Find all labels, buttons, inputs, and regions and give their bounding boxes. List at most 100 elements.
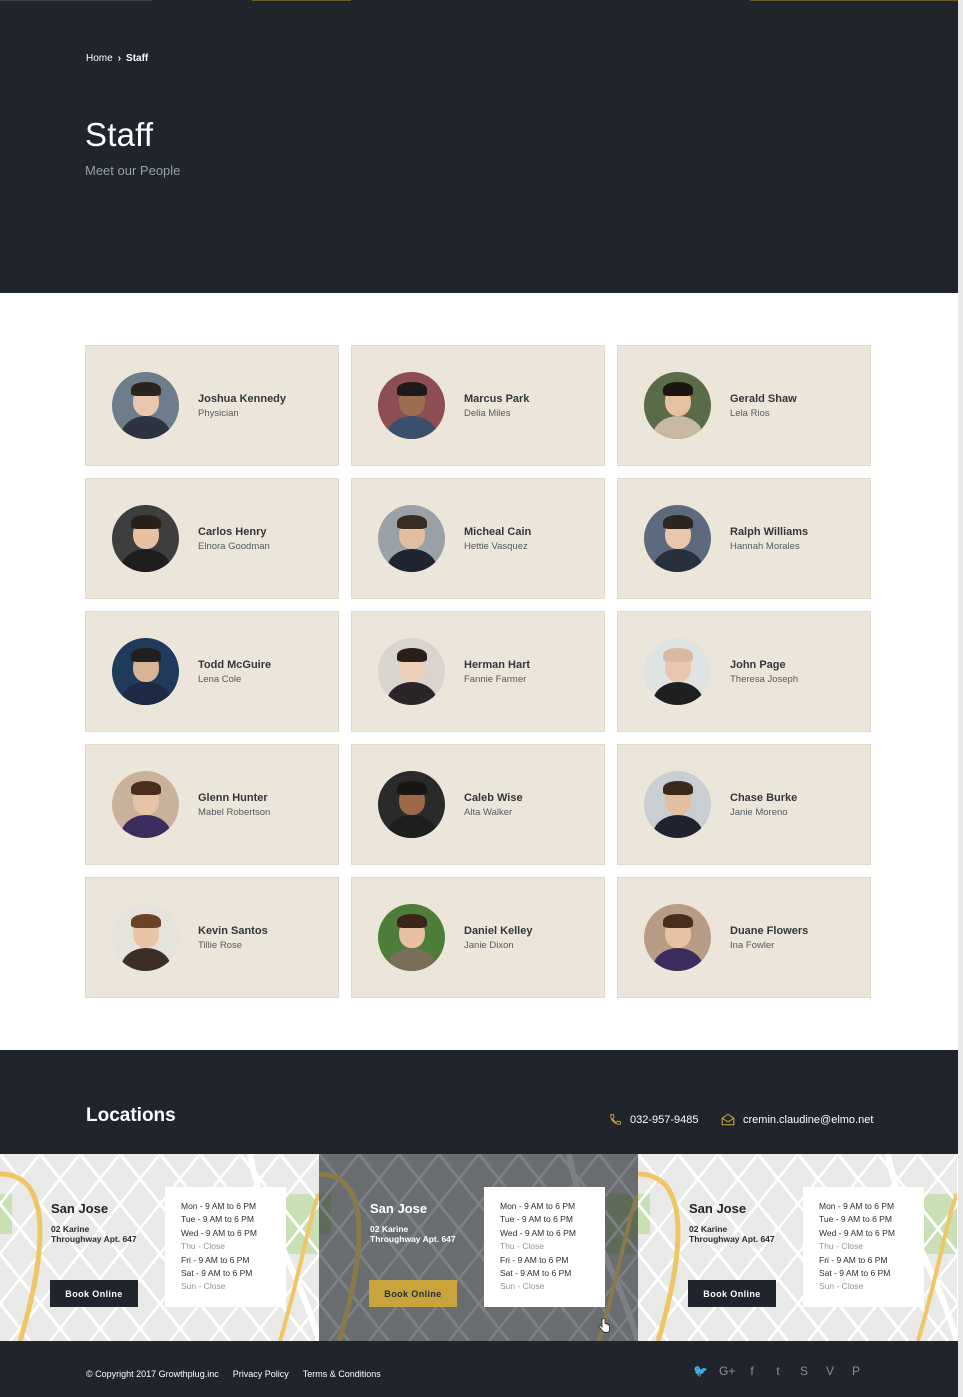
staff-card[interactable]: Marcus Park Delia Miles [351, 345, 605, 466]
breadcrumb-separator: › [117, 53, 122, 64]
staff-card[interactable]: Kevin Santos Tillie Rose [85, 877, 339, 998]
vimeo-icon[interactable]: V [823, 1364, 837, 1378]
staff-role: Alta Walker [464, 806, 513, 818]
staff-card[interactable]: Herman Hart Fannie Farmer [351, 611, 605, 732]
staff-role: Tillie Rose [198, 939, 242, 951]
hours-line: Mon - 9 AM to 6 PM [181, 1201, 257, 1211]
staff-name[interactable]: Daniel Kelley [464, 925, 532, 937]
staff-info: Marcus Park Delia Miles [464, 393, 529, 419]
google-plus-icon[interactable]: G+ [719, 1364, 735, 1378]
staff-info: Gerald Shaw Lela Rios [730, 393, 797, 419]
staff-role: Mabel Robertson [198, 806, 271, 818]
privacy-policy-link[interactable]: Privacy Policy [233, 1369, 289, 1379]
staff-name[interactable]: Joshua Kennedy [198, 393, 286, 405]
staff-info: Glenn Hunter Mabel Robertson [198, 792, 270, 818]
staff-role: Lela Rios [730, 407, 770, 419]
staff-name[interactable]: Carlos Henry [198, 526, 270, 538]
woman-purple-top-icon [644, 904, 711, 971]
locations-title: Locations [86, 1105, 176, 1126]
staff-card[interactable]: John Page Theresa Joseph [617, 611, 871, 732]
hours-line: Sat - 9 AM to 6 PM [500, 1268, 572, 1279]
pinterest-icon[interactable]: P [849, 1364, 863, 1378]
book-online-button[interactable]: Book Online [50, 1280, 138, 1307]
skype-icon[interactable]: S [797, 1364, 811, 1378]
email-address: cremin.claudine@elmo.net [743, 1113, 874, 1126]
facebook-icon[interactable]: f [745, 1364, 759, 1378]
staff-name[interactable]: Micheal Cain [464, 526, 531, 538]
woman-green-bg-icon [378, 904, 445, 971]
staff-card[interactable]: Ralph Williams Hannah Morales [617, 478, 871, 599]
staff-card[interactable]: Caleb Wise Alta Walker [351, 744, 605, 865]
staff-name[interactable]: Marcus Park [464, 393, 529, 405]
hours-line: Thu - Close [181, 1241, 225, 1252]
twitter-icon[interactable]: 🐦 [693, 1364, 708, 1378]
hours-line: Fri - 9 AM to 6 PM [181, 1254, 250, 1265]
hours-line: Wed - 9 AM to 6 PM [181, 1227, 257, 1238]
email-contact[interactable]: cremin.claudine@elmo.net [721, 1113, 873, 1126]
staff-card[interactable]: Todd McGuire Lena Cole [85, 611, 339, 732]
hours-line: Fri - 9 AM to 6 PM [819, 1254, 888, 1265]
hours-line: Mon - 9 AM to 6 PM [819, 1201, 895, 1211]
book-online-button[interactable]: Book Online [369, 1280, 457, 1307]
staff-role: Hettie Vasquez [464, 540, 528, 552]
staff-info: Joshua Kennedy Physician [198, 393, 286, 419]
staff-card[interactable]: Daniel Kelley Janie Dixon [351, 877, 605, 998]
staff-role: Physician [198, 407, 239, 419]
hours-line: Sat - 9 AM to 6 PM [181, 1268, 253, 1279]
staff-role: Lena Cole [198, 673, 242, 685]
staff-card[interactable]: Micheal Cain Hettie Vasquez [351, 478, 605, 599]
hours-line: Sun - Close [500, 1281, 545, 1292]
staff-name[interactable]: Duane Flowers [730, 925, 808, 937]
man-smiling-icon [644, 771, 711, 838]
location-city: San Jose [689, 1201, 747, 1216]
staff-name[interactable]: Caleb Wise [464, 792, 523, 804]
hours-line: Wed - 9 AM to 6 PM [819, 1227, 895, 1238]
woman-purple-top-icon [112, 771, 179, 838]
hours-line: Tue - 9 AM to 6 PM [500, 1214, 573, 1225]
location-address-line2: Throughway Apt. 647 [51, 1234, 137, 1244]
staff-info: Chase Burke Janie Moreno [730, 792, 797, 818]
staff-role: Ina Fowler [730, 939, 775, 951]
terms-link[interactable]: Terms & Conditions [303, 1369, 381, 1379]
location-address-line1: 02 Karine [370, 1224, 409, 1234]
scrollbar[interactable] [958, 0, 963, 1397]
man-bearded-icon [378, 372, 445, 439]
staff-card[interactable]: Gerald Shaw Lela Rios [617, 345, 871, 466]
staff-name[interactable]: Chase Burke [730, 792, 797, 804]
tumblr-icon[interactable]: t [771, 1364, 785, 1378]
top-divider [0, 0, 152, 1]
location-address-line2: Throughway Apt. 647 [370, 1234, 456, 1244]
location-city: San Jose [370, 1201, 428, 1216]
location-card[interactable]: San Jose 02 Karine Throughway Apt. 647 Book… [0, 1154, 319, 1341]
staff-name[interactable]: Gerald Shaw [730, 393, 797, 405]
location-address-line1: 02 Karine [689, 1224, 728, 1234]
staff-card[interactable]: Carlos Henry Elnora Goodman [85, 478, 339, 599]
phone-icon [610, 1114, 621, 1125]
phone-number: 032-957-9485 [630, 1113, 699, 1126]
staff-card[interactable]: Joshua Kennedy Physician [85, 345, 339, 466]
staff-card[interactable]: Glenn Hunter Mabel Robertson [85, 744, 339, 865]
staff-name[interactable]: Todd McGuire [198, 659, 271, 671]
staff-name[interactable]: Ralph Williams [730, 526, 808, 538]
staff-card[interactable]: Chase Burke Janie Moreno [617, 744, 871, 865]
copyright-text: © Copyright 2017 Growthplug.inc [86, 1369, 219, 1379]
phone-contact[interactable]: 032-957-9485 [609, 1113, 699, 1126]
location-card[interactable]: San Jose 02 Karine Throughway Apt. 647 Book… [319, 1154, 638, 1341]
staff-role: Elnora Goodman [198, 540, 270, 552]
staff-grid: Joshua Kennedy Physician Marcus Park Delia … [85, 345, 872, 998]
hours-line: Thu - Close [819, 1241, 863, 1252]
location-address-line1: 02 Karine [51, 1224, 90, 1234]
breadcrumb-current: Staff [126, 53, 149, 64]
staff-name[interactable]: Kevin Santos [198, 925, 268, 937]
hours-line: Wed - 9 AM to 6 PM [500, 1227, 576, 1238]
staff-role: Theresa Joseph [730, 673, 799, 685]
staff-name[interactable]: John Page [730, 659, 798, 671]
opening-hours-box: Mon - 9 AM to 6 PM Tue - 9 AM to 6 PM Wed … [484, 1187, 605, 1307]
staff-name[interactable]: Herman Hart [464, 659, 530, 671]
location-card[interactable]: San Jose 02 Karine Throughway Apt. 647 Book… [638, 1154, 957, 1341]
staff-card[interactable]: Duane Flowers Ina Fowler [617, 877, 871, 998]
breadcrumb-home[interactable]: Home [86, 53, 113, 64]
page-title: Staff [85, 116, 154, 153]
book-online-button[interactable]: Book Online [688, 1280, 776, 1307]
staff-name[interactable]: Glenn Hunter [198, 792, 270, 804]
